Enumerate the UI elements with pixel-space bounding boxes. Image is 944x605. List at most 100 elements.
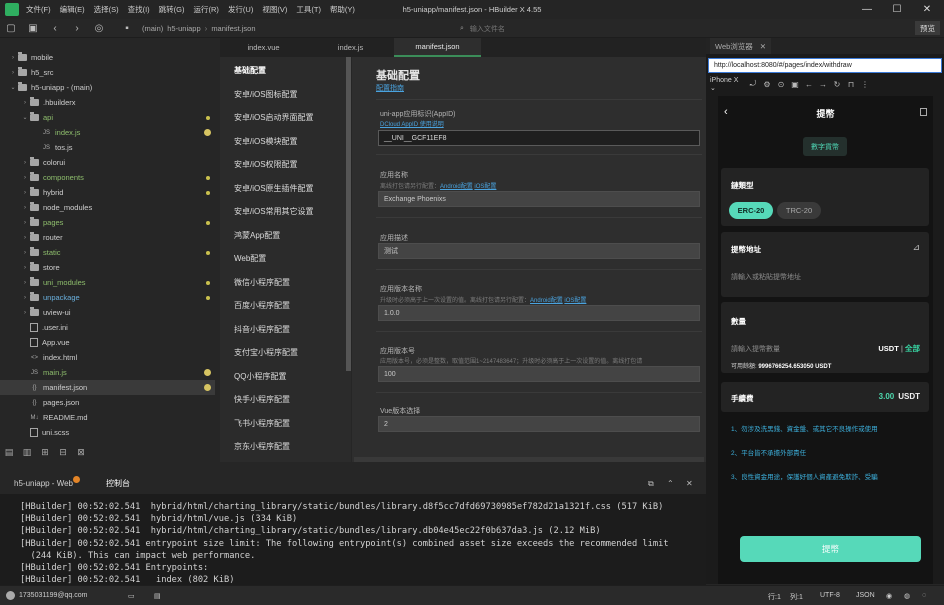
layout-icon[interactable]: ▤ [154,592,161,600]
tree-item[interactable]: App.vue [0,335,215,350]
chevron-right-icon[interactable]: › [20,250,30,256]
tree-item[interactable]: › store [0,260,215,275]
browser-tab[interactable]: Web浏览器 ✕ [710,38,772,54]
settings-nav-item[interactable]: Web配置 [234,253,266,264]
menu-edit[interactable]: 编辑(E) [60,4,85,15]
tree-item[interactable]: › static [0,245,215,260]
user-account[interactable]: 1735031199@qq.com [6,591,87,600]
settings-nav-item[interactable]: 微信小程序配置 [234,277,290,288]
android-config-link[interactable]: Android配置 [440,184,473,190]
tree-item[interactable]: JS main.js [0,365,215,380]
url-input[interactable]: http://localhost:8080/#/pages/index/with… [708,58,942,73]
device-select[interactable]: iPhone X ⌄ [710,77,746,92]
new-file-icon[interactable]: ▢ [0,19,22,38]
settings-nav-item[interactable]: 安卓/iOS图标配置 [234,89,298,100]
tree-item[interactable]: JS index.js [0,125,215,140]
chevron-right-icon[interactable]: › [8,70,18,76]
preview-button[interactable]: 预览 [915,21,940,35]
appid-help-link[interactable]: DCloud AppID 使用说明 [380,122,444,128]
language-mode[interactable]: JSON [856,592,875,599]
chevron-right-icon[interactable]: › [20,310,30,316]
tree-item[interactable]: › mobile [0,50,215,65]
ios-config-link[interactable]: iOS配置 [474,184,496,190]
chevron-right-icon[interactable]: › [20,160,30,166]
scan-icon[interactable]: ⊿ [912,242,920,253]
tree-item[interactable]: .user.ini [0,320,215,335]
tree-item[interactable]: {} pages.json [0,395,215,410]
chevron-right-icon[interactable]: › [20,295,30,301]
settings-nav-item[interactable]: 基础配置 [234,65,266,76]
tree-item[interactable]: › unpackage [0,290,215,305]
settings-nav-item[interactable]: QQ小程序配置 [234,371,286,382]
forward-icon[interactable]: › [66,19,88,38]
inspect-icon[interactable]: ⊙ [774,80,788,89]
tab-manifest-json[interactable]: manifest.json [394,38,481,57]
chain-option-trc20[interactable]: TRC-20 [777,202,821,219]
close-icon[interactable]: ✕ [760,42,766,51]
file-encoding[interactable]: UTF-8 [820,592,840,599]
settings-nav-item[interactable]: 京东小程序配置 [234,441,290,452]
tree-item[interactable]: › colorui [0,155,215,170]
tree-item[interactable]: ⌄ h5-uniapp - (main) [0,80,215,95]
menu-tools[interactable]: 工具(T) [296,4,321,15]
screenshot-icon[interactable]: ▣ [788,80,802,89]
chevron-right-icon[interactable]: › [20,220,30,226]
chevron-right-icon[interactable]: › [20,280,30,286]
tree-item[interactable]: › router [0,230,215,245]
close-button[interactable]: ✕ [912,0,942,19]
breadcrumb-project[interactable]: h5-uniapp [167,24,200,33]
tab-index-js[interactable]: index.js [307,38,394,57]
tab-index-vue[interactable]: index.vue [220,38,307,57]
tree-item[interactable]: M↓ README.md [0,410,215,425]
tree-item[interactable]: › pages [0,215,215,230]
chevron-right-icon[interactable]: › [20,190,30,196]
cursor-line[interactable]: 行:1 [768,592,781,602]
settings-nav-item[interactable]: 安卓/iOS启动界面配置 [234,112,314,123]
menu-file[interactable]: 文件(F) [26,4,51,15]
amount-input[interactable]: 請輸入提幣數量 [731,344,780,354]
version-code-field[interactable]: 100 [378,366,700,382]
tree-item[interactable]: › hybrid [0,185,215,200]
version-name-field[interactable]: 1.0.0 [378,305,700,321]
withdraw-all-button[interactable]: 全部 [905,344,920,353]
settings-nav-item[interactable]: 飞书小程序配置 [234,418,290,429]
menu-goto[interactable]: 跳转(G) [159,4,185,15]
file-search-input[interactable]: ⌕ 输入文件名 [460,21,640,36]
back-icon[interactable]: ← [802,80,816,89]
menu-publish[interactable]: 发行(U) [228,4,253,15]
notification-icon[interactable]: ◌ [922,592,926,599]
forward-icon[interactable]: → [816,80,830,89]
chevron-right-icon[interactable]: › [20,205,30,211]
desc-field[interactable]: 测试 [378,243,700,259]
breadcrumb-branch[interactable]: (main) [142,24,163,33]
breadcrumb-file[interactable]: manifest.json [211,24,255,33]
menu-run[interactable]: 运行(R) [194,4,219,15]
plugin-icon[interactable]: ⊞ [36,447,54,458]
chevron-right-icon[interactable]: › [8,55,18,61]
tab-project-web[interactable]: h5-uniapp - Web [14,476,80,488]
chevron-right-icon[interactable]: › [20,235,30,241]
appid-field[interactable]: __UNI__GCF11EF8 [378,130,700,146]
debug-icon[interactable]: ⊠ [72,447,90,458]
minimize-button[interactable]: — [852,0,882,19]
settings-nav-item[interactable]: 快手小程序配置 [234,394,290,405]
appname-field[interactable]: Exchange Phoenixs [378,191,700,207]
globe-icon[interactable]: ◎ [88,19,110,38]
tree-item[interactable]: › uview-ui [0,305,215,320]
menu-view[interactable]: 视图(V) [262,4,287,15]
digital-currency-button[interactable]: 數字貨幣 [803,137,847,156]
tree-item[interactable]: {} manifest.json [0,380,215,395]
chevron-down-icon[interactable]: ⌄ [20,114,30,121]
address-input[interactable]: 請輸入或粘貼提幣地址 [731,272,801,282]
chain-option-erc20[interactable]: ERC-20 [729,202,773,219]
settings-nav-scrollbar[interactable] [346,57,351,371]
rotate-icon[interactable]: ⤾ [746,79,760,89]
config-guide-link[interactable]: 配置指南 [376,83,404,93]
chevron-right-icon[interactable]: › [20,100,30,106]
settings-icon[interactable]: ⚙ [760,80,774,89]
back-icon[interactable]: ‹ [44,19,66,38]
tree-item[interactable]: › components [0,170,215,185]
maximize-button[interactable]: ☐ [882,0,912,19]
collapse-icon[interactable]: ⌃ [667,479,674,488]
terminal-icon[interactable]: ▭ [128,592,135,600]
